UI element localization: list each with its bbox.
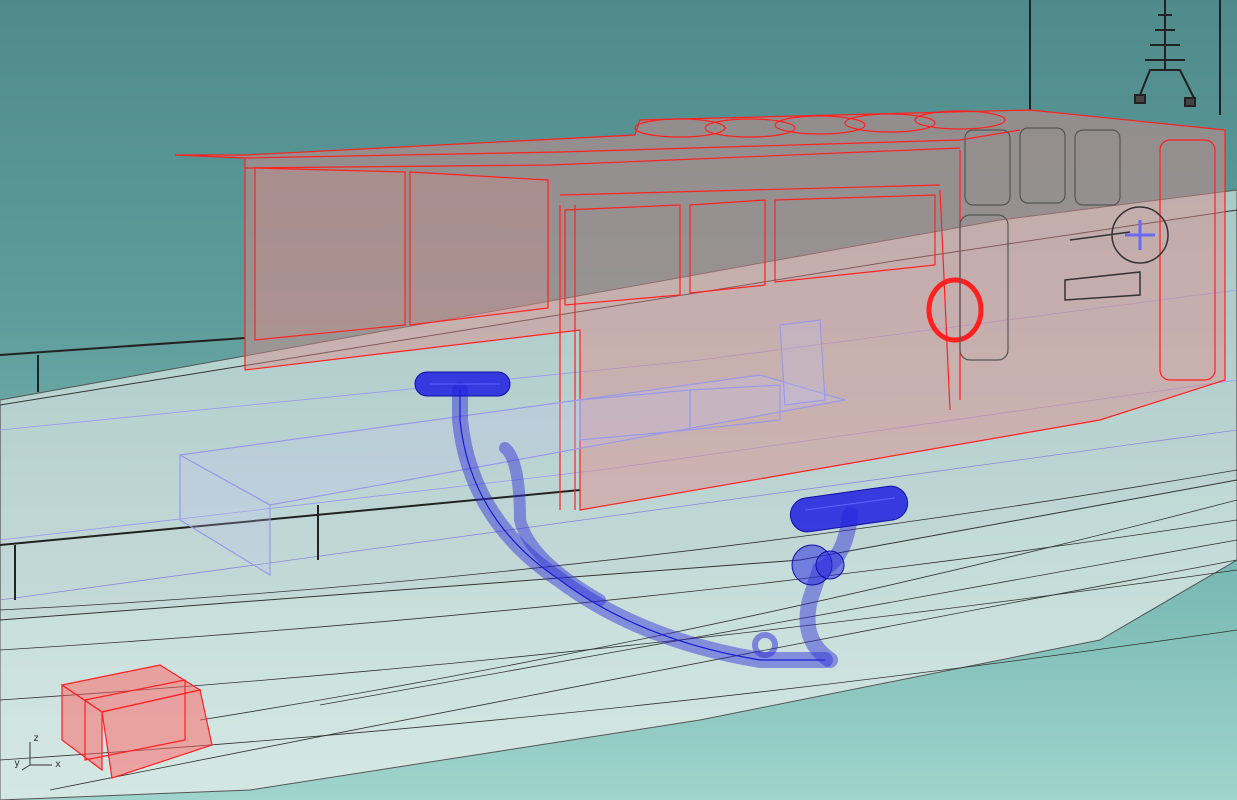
perspective-3d-viewport[interactable]: z x y bbox=[0, 0, 1237, 800]
axis-label-x: x bbox=[55, 759, 62, 770]
mast bbox=[1029, 0, 1221, 115]
axis-label-z: z bbox=[33, 733, 40, 744]
boat-model-canvas[interactable] bbox=[0, 0, 1237, 800]
axis-label-y: y bbox=[14, 758, 21, 769]
muffler-top[interactable] bbox=[414, 371, 511, 397]
